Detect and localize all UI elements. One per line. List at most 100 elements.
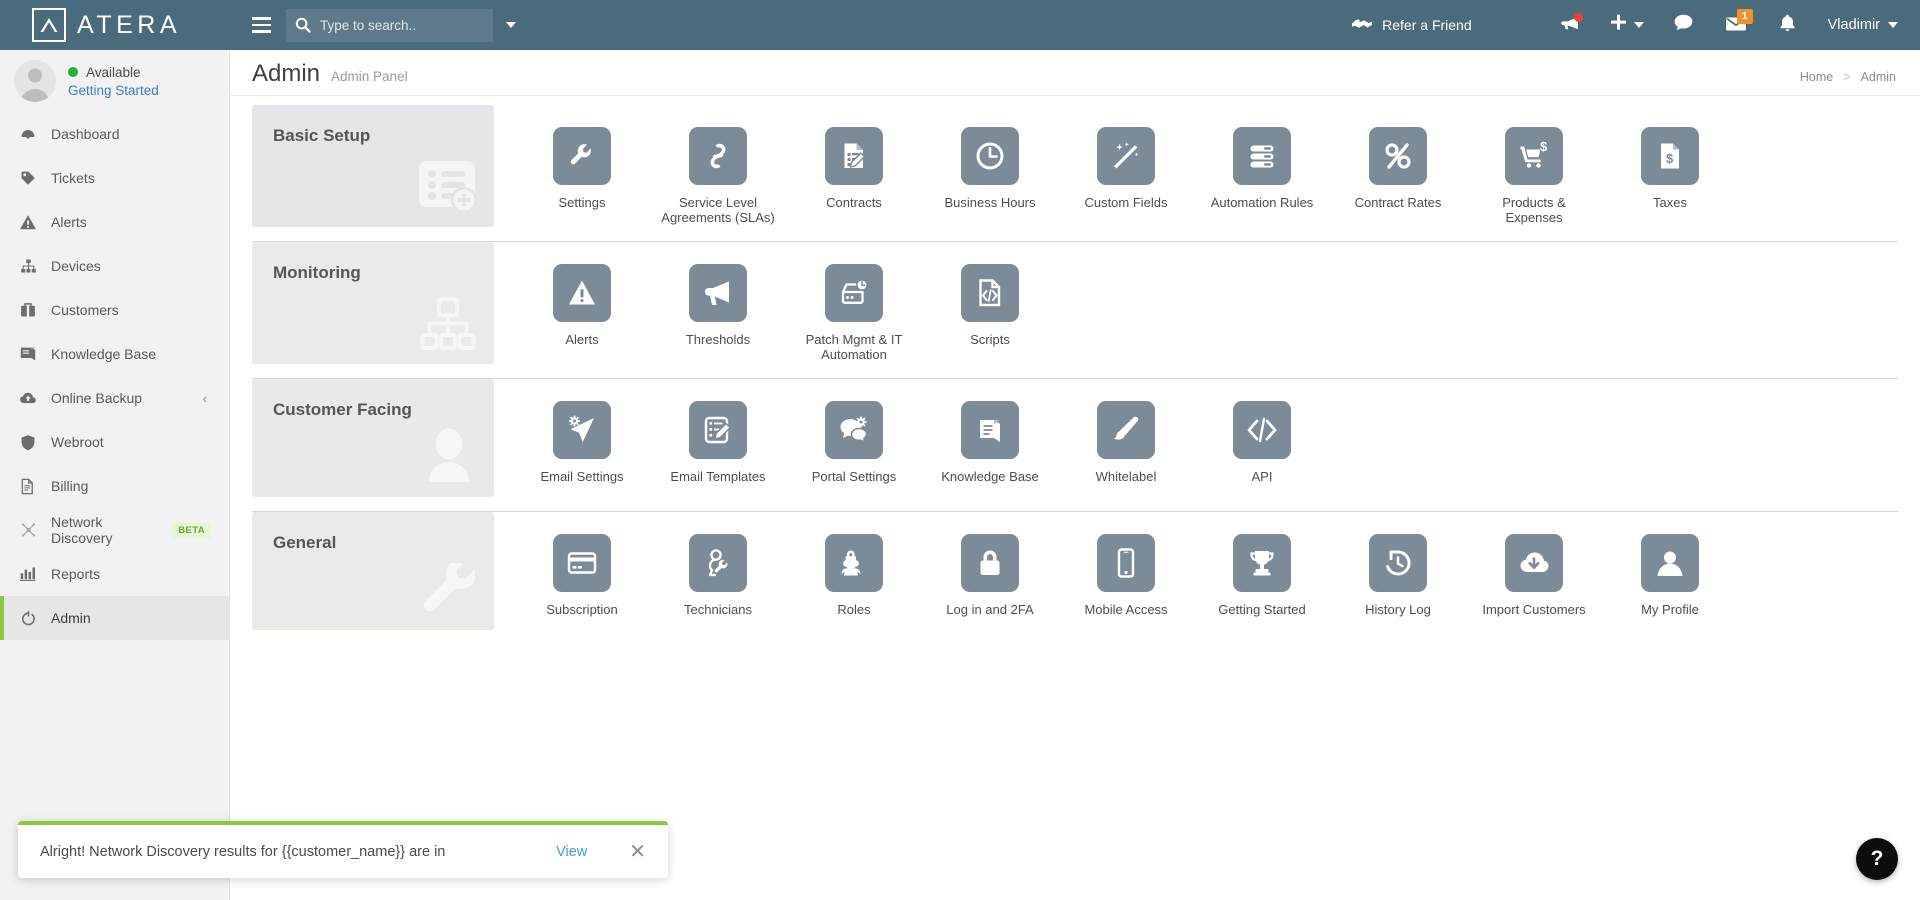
global-search[interactable] (286, 8, 516, 42)
notifications-button[interactable] (1762, 0, 1814, 50)
sidebar-item-label: Reports (51, 566, 101, 582)
sidebar-item-network-discovery[interactable]: Network Discovery BETA (0, 508, 229, 552)
tile-whitelabel[interactable]: Whitelabel (1058, 401, 1194, 485)
chat-gear-icon (825, 401, 883, 459)
shield-icon (18, 433, 38, 451)
clock-icon (961, 127, 1019, 185)
tile-thresholds[interactable]: Thresholds (650, 264, 786, 348)
sidebar-profile[interactable]: Available Getting Started (0, 50, 229, 112)
sidebar-item-admin[interactable]: Admin (0, 596, 229, 640)
tile-contract-rates[interactable]: Contract Rates (1330, 127, 1466, 211)
tile-products-expenses[interactable]: $ Products & Expenses (1466, 127, 1602, 225)
hamburger-icon[interactable] (244, 0, 278, 50)
close-icon[interactable]: ✕ (629, 842, 646, 862)
chevron-left-icon[interactable]: ‹ (203, 391, 207, 406)
tile-label: Service Level Agreements (SLAs) (661, 195, 775, 225)
speedometer-icon (18, 125, 38, 143)
sidebar-item-billing[interactable]: Billing (0, 464, 229, 508)
availability-status[interactable]: Available (68, 65, 159, 80)
chat-button[interactable] (1658, 0, 1710, 50)
tile-alerts[interactable]: Alerts (514, 264, 650, 348)
trophy-icon (1233, 534, 1291, 592)
tile-portal-settings[interactable]: Portal Settings (786, 401, 922, 485)
refer-a-friend-label: Refer a Friend (1382, 17, 1472, 33)
tile-automation-rules[interactable]: Automation Rules (1194, 127, 1330, 211)
megaphone-icon (689, 264, 747, 322)
tile-api[interactable]: API (1194, 401, 1330, 485)
section-title: Basic Setup (273, 126, 371, 145)
tile-import-customers[interactable]: Import Customers (1466, 534, 1602, 618)
refer-a-friend-button[interactable]: Refer a Friend (1351, 16, 1472, 35)
link-chain-icon (689, 127, 747, 185)
main-content: Admin Admin Panel Home > Admin Basic Set… (230, 50, 1920, 900)
percent-icon (1369, 127, 1427, 185)
sidebar-item-knowledge-base[interactable]: Knowledge Base (0, 332, 229, 376)
tile-label: History Log (1365, 602, 1431, 617)
tile-custom-fields[interactable]: Custom Fields (1058, 127, 1194, 211)
section-card: Monitoring (252, 242, 494, 364)
network-scan-icon (18, 521, 38, 539)
sidebar-item-devices[interactable]: Devices (0, 244, 229, 288)
add-new-button[interactable] (1596, 0, 1658, 50)
tile-taxes[interactable]: $ Taxes (1602, 127, 1738, 211)
sidebar-item-label: Knowledge Base (51, 346, 157, 362)
chat-bubble-icon (1674, 14, 1693, 36)
tile-contracts[interactable]: Contracts (786, 127, 922, 211)
toast-view-link[interactable]: View (556, 844, 587, 860)
section-general: General Subscription Technicians Roles Log i… (252, 512, 1898, 644)
tile-label: Scripts (970, 332, 1010, 347)
sidebar-item-alerts[interactable]: Alerts (0, 200, 229, 244)
sidebar-item-label: Customers (51, 302, 119, 318)
tile-label: Portal Settings (811, 469, 897, 484)
tile-patch-mgmt-it-automation[interactable]: Patch Mgmt & IT Automation (786, 264, 922, 362)
brand-logo[interactable]: ATERA (0, 0, 230, 50)
tile-log-in-and-2fa[interactable]: Log in and 2FA (922, 534, 1058, 618)
tile-settings[interactable]: Settings (514, 127, 650, 211)
paintbrush-icon (1097, 401, 1155, 459)
server-rules-icon (1233, 127, 1291, 185)
send-gear-icon (553, 401, 611, 459)
sidebar-item-webroot[interactable]: Webroot (0, 420, 229, 464)
tile-technicians[interactable]: Technicians (650, 534, 786, 618)
tile-scripts[interactable]: Scripts (922, 264, 1058, 348)
tile-history-log[interactable]: History Log (1330, 534, 1466, 618)
page-subtitle: Admin Panel (331, 69, 408, 84)
search-input[interactable] (320, 17, 497, 33)
section-card: Customer Facing (252, 379, 494, 497)
help-button[interactable]: ? (1856, 838, 1898, 880)
sidebar-item-customers[interactable]: Customers (0, 288, 229, 332)
tile-business-hours[interactable]: Business Hours (922, 127, 1058, 211)
toast-notification: Alright! Network Discovery results for {… (18, 821, 668, 878)
sidebar-item-dashboard[interactable]: Dashboard (0, 112, 229, 156)
sidebar-item-reports[interactable]: Reports (0, 552, 229, 596)
messages-button[interactable]: 1 (1710, 0, 1762, 50)
tile-email-templates[interactable]: Email Templates (650, 401, 786, 485)
tile-mobile-access[interactable]: Mobile Access (1058, 534, 1194, 618)
tile-my-profile[interactable]: My Profile (1602, 534, 1738, 618)
add-new-chevron-down-icon (1633, 22, 1644, 28)
mobile-phone-icon (1097, 534, 1155, 592)
sidebar-item-online-backup[interactable]: Online Backup ‹ (0, 376, 229, 420)
tile-knowledge-base[interactable]: Knowledge Base (922, 401, 1058, 485)
warning-triangle-icon (553, 264, 611, 322)
sidebar-item-tickets[interactable]: Tickets (0, 156, 229, 200)
breadcrumb-home[interactable]: Home (1800, 70, 1833, 84)
tile-roles[interactable]: Roles (786, 534, 922, 618)
handshake-icon (1351, 16, 1373, 35)
user-menu-button[interactable]: Vladimir (1828, 17, 1898, 33)
section-monitoring: Monitoring Alerts Thresholds Patch Mgmt & I… (252, 242, 1898, 379)
getting-started-link[interactable]: Getting Started (68, 83, 159, 98)
tile-email-settings[interactable]: Email Settings (514, 401, 650, 485)
tile-label: Contracts (826, 195, 882, 210)
warning-icon (18, 213, 38, 231)
messages-count-badge: 1 (1736, 9, 1753, 24)
announcement-button[interactable] (1544, 0, 1596, 50)
section-items: Settings Service Level Agreements (SLAs) C… (494, 105, 1898, 241)
tile-service-level-agreements-slas-[interactable]: Service Level Agreements (SLAs) (650, 127, 786, 225)
tile-subscription[interactable]: Subscription (514, 534, 650, 618)
avatar (14, 60, 56, 102)
bell-icon (1779, 14, 1796, 37)
search-scope-chevron-down-icon[interactable] (506, 22, 516, 28)
tile-getting-started[interactable]: Getting Started (1194, 534, 1330, 618)
tile-label: Alerts (565, 332, 599, 347)
